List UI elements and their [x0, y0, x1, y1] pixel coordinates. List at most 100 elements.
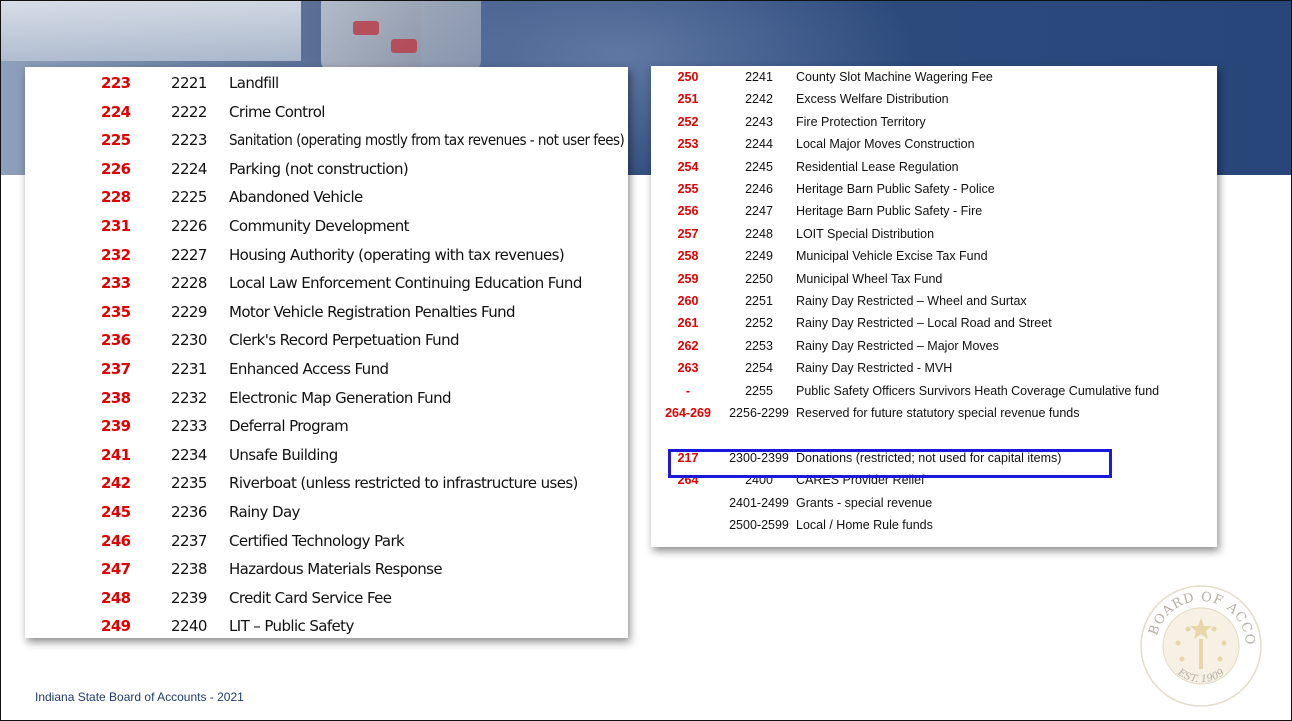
fund-description: LOIT Special Distribution: [796, 226, 935, 241]
old-fund-number: 249: [101, 617, 131, 636]
fund-description: County Slot Machine Wagering Fee: [796, 70, 993, 84]
fund-description: Certified Technology Park: [229, 531, 405, 550]
fund-description: Municipal Wheel Tax Fund: [796, 271, 943, 286]
old-fund-number: 238: [101, 388, 131, 407]
fund-description: Rainy Day Restricted – Local Road and St…: [796, 316, 1052, 331]
old-fund-number: 233: [101, 274, 131, 293]
new-fund-number: 2241: [745, 70, 773, 84]
fund-description: Public Safety Officers Survivors Heath C…: [796, 383, 1160, 398]
old-fund-number: 259: [677, 271, 699, 286]
new-fund-number: 2225: [171, 188, 207, 207]
old-fund-number: 256: [677, 204, 699, 219]
old-fund-number: 250: [677, 70, 699, 84]
new-fund-number: 2228: [171, 274, 207, 293]
new-fund-number: 2245: [745, 159, 773, 174]
old-fund-number: 254: [677, 159, 699, 174]
new-fund-number: 2243: [745, 114, 773, 129]
old-fund-number: 224: [101, 102, 131, 121]
new-fund-number: 2255: [745, 383, 773, 398]
fund-description: Heritage Barn Public Safety - Police: [796, 182, 995, 196]
old-fund-number: 246: [101, 531, 131, 550]
old-fund-number: 263: [677, 361, 699, 376]
new-fund-number: 2240: [171, 617, 207, 636]
old-fund-number: 262: [677, 338, 699, 353]
old-fund-number: 264-269: [665, 406, 711, 420]
fund-description: Sanitation (operating mostly from tax re…: [229, 131, 625, 150]
fund-description: Residential Lease Regulation: [796, 159, 959, 174]
new-fund-number: 2239: [171, 588, 207, 607]
old-fund-number: 251: [677, 92, 699, 107]
new-fund-number: 2252: [745, 316, 773, 331]
calculator-key: [353, 21, 379, 35]
fund-description: Hazardous Materials Response: [229, 560, 443, 579]
new-fund-number: 2236: [171, 503, 207, 521]
new-fund-number: 2248: [745, 226, 773, 241]
fund-description: Landfill: [229, 74, 279, 92]
old-fund-number: 232: [101, 245, 131, 264]
old-fund-number: 226: [101, 159, 131, 178]
fund-description: Clerk's Record Perpetuation Fund: [229, 331, 460, 350]
new-fund-number: 2226: [171, 217, 207, 235]
old-fund-number: 235: [101, 302, 131, 321]
fund-description: Fire Protection Territory: [796, 114, 926, 129]
fund-description: Deferral Program: [229, 417, 349, 436]
state-board-seal: STATE BOARD OF ACCOUNTS EST. 1909: [1138, 583, 1262, 707]
donations-highlight-box: [668, 449, 1112, 478]
fund-description: Rainy Day Restricted – Major Moves: [796, 338, 999, 353]
old-fund-number: 252: [677, 114, 699, 129]
old-fund-number: 241: [101, 445, 131, 464]
fund-description: Crime Control: [229, 102, 325, 121]
new-fund-number: 2244: [745, 137, 773, 152]
fund-description: Reserved for future statutory special re…: [796, 406, 1080, 420]
new-fund-number: 2246: [745, 182, 773, 196]
fund-description: Riverboat (unless restricted to infrastr…: [229, 474, 578, 493]
old-fund-number: 257: [677, 226, 699, 241]
fund-description: Abandoned Vehicle: [229, 188, 363, 207]
new-fund-number: 2231: [171, 360, 207, 378]
old-fund-number: 236: [101, 331, 131, 350]
fund-description: Community Development: [229, 217, 410, 235]
new-fund-number: 2233: [171, 417, 207, 436]
old-fund-number: 228: [101, 188, 131, 207]
fund-description: Electronic Map Generation Fund: [229, 388, 452, 407]
old-fund-number: 245: [101, 503, 131, 521]
new-fund-number: 2223: [171, 131, 207, 150]
new-fund-number: 2222: [171, 102, 207, 121]
old-fund-number: 261: [677, 316, 699, 331]
fund-description: Local Law Enforcement Continuing Educati…: [229, 274, 582, 293]
fund-description: Excess Welfare Distribution: [796, 92, 949, 107]
old-fund-number: 242: [101, 474, 131, 493]
new-fund-number: 2256-2299: [729, 406, 789, 420]
old-fund-number: 258: [677, 249, 699, 264]
old-fund-number: 231: [101, 217, 131, 235]
old-fund-number: 253: [677, 137, 699, 152]
new-fund-number: 2401-2499: [729, 495, 789, 510]
fund-description: Heritage Barn Public Safety - Fire: [796, 204, 983, 219]
left-fund-table: 223 2221 Landfill 224 2222 Crime Control 225 22…: [25, 67, 628, 638]
fund-description: Credit Card Service Fee: [229, 588, 392, 607]
fund-description: Local / Home Rule funds: [796, 518, 933, 532]
ledger-paper-image: [1, 1, 301, 61]
new-fund-number: 2500-2599: [729, 518, 789, 532]
fund-description: Local Major Moves Construction: [796, 137, 975, 152]
new-fund-number: 2221: [171, 74, 207, 92]
new-fund-number: 2254: [745, 361, 773, 376]
new-fund-number: 2242: [745, 92, 773, 107]
new-fund-number: 2237: [171, 531, 207, 550]
fund-description: Parking (not construction): [229, 159, 409, 178]
old-fund-number: 255: [677, 182, 699, 196]
footer-text: Indiana State Board of Accounts - 2021: [35, 690, 244, 704]
old-fund-number: 239: [101, 417, 131, 436]
fund-description: Grants - special revenue: [796, 495, 933, 510]
fund-description: Municipal Vehicle Excise Tax Fund: [796, 249, 988, 264]
new-fund-number: 2247: [745, 204, 773, 219]
new-fund-number: 2238: [171, 560, 207, 579]
new-fund-number: 2249: [745, 249, 773, 264]
new-fund-number: 2230: [171, 331, 207, 350]
new-fund-number: 2251: [745, 294, 773, 308]
old-fund-number: 223: [101, 74, 131, 92]
new-fund-number: 2234: [171, 445, 207, 464]
old-fund-number: 248: [101, 588, 131, 607]
fund-description: Rainy Day: [229, 503, 300, 521]
fund-description: Unsafe Building: [229, 445, 338, 464]
